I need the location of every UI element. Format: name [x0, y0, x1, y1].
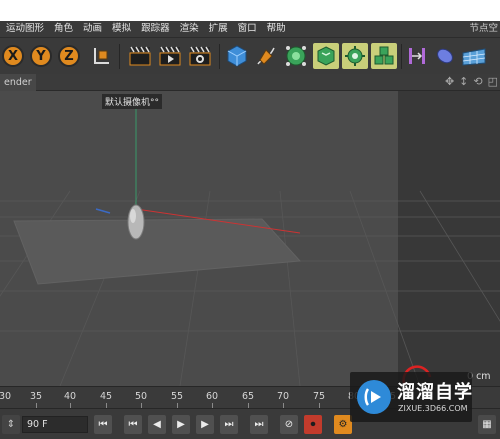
go-to-start-button[interactable]: ⏮ [94, 415, 112, 434]
timeline-tick: 45 [99, 391, 113, 402]
zoom-view-icon[interactable]: ↕ [459, 75, 468, 88]
next-key-button[interactable]: ⏭ [220, 415, 238, 434]
extrude-icon [317, 46, 335, 66]
play-logo-icon [364, 388, 381, 406]
viewport-nav-icons: ✥ ↕ ⟲ ◰ [445, 75, 498, 88]
bend-deformer-icon [409, 48, 425, 64]
record-keys-button[interactable]: ⊘ [280, 415, 298, 434]
timeline-tick: 60 [205, 391, 219, 402]
menu-bar: 运动图形 角色 动画 模拟 跟踪器 渲染 扩展 窗口 帮助 节点空 [0, 21, 500, 37]
green-cubes-icon [374, 46, 394, 65]
subdivision-icon [286, 46, 306, 66]
timeline-tick: 50 [134, 391, 148, 402]
main-toolbar: X Y Z [0, 37, 500, 74]
node-space-label[interactable]: 节点空 [469, 21, 498, 37]
menu-extensions[interactable]: 扩展 [204, 21, 233, 37]
timeline-options-button[interactable]: ▦ [478, 415, 496, 434]
title-area [0, 0, 500, 21]
timeline-tick: 35 [29, 391, 43, 402]
capsule-highlight [130, 209, 136, 223]
capsule-icon [437, 48, 453, 64]
floor-object-button[interactable] [461, 43, 487, 69]
camera-glyph: °° [150, 98, 160, 108]
move-view-icon[interactable]: ✥ [445, 75, 454, 88]
lock-x-axis-button[interactable]: X [2, 45, 24, 67]
grid-icon: ▦ [482, 419, 492, 430]
play-icon: ▶ [177, 419, 185, 430]
render-view-button[interactable] [127, 43, 153, 69]
timeline-tick: 40 [63, 391, 77, 402]
cloner-gear-icon [345, 46, 365, 66]
watermark-overlay: 溜溜自学 ZIXUE.3D66.COM [350, 372, 472, 422]
clapboard-play-icon [159, 46, 181, 66]
menu-animate[interactable]: 动画 [78, 21, 107, 37]
next-frame-icon: ▶ [201, 419, 209, 430]
mograph-cubes-button[interactable] [371, 43, 397, 69]
timeline-tick: 65 [241, 391, 255, 402]
menu-render[interactable]: 渲染 [175, 21, 204, 37]
viewport-tab[interactable]: ender [0, 74, 36, 91]
autokey-button[interactable]: ⏺ [304, 415, 322, 434]
floor-grid-icon [462, 48, 486, 66]
cloner-button[interactable] [342, 43, 368, 69]
lock-z-axis-button[interactable]: Z [58, 45, 80, 67]
toolbar-separator [401, 44, 402, 69]
menu-mograph[interactable]: 运动图形 [0, 21, 49, 37]
plane-object[interactable] [13, 218, 302, 285]
toolbar-separator [119, 44, 120, 69]
cube-object-button[interactable] [224, 43, 250, 69]
go-to-end-icon: ⏭ [254, 419, 264, 430]
previous-frame-button[interactable]: ◀ [148, 415, 166, 434]
timeline-tick: 30 [0, 391, 12, 402]
next-frame-button[interactable]: ▶ [196, 415, 214, 434]
previous-key-button[interactable]: ⏮ [124, 415, 142, 434]
subdivision-surface-button[interactable] [283, 43, 309, 69]
timeline-tick: 55 [170, 391, 184, 402]
deformer-button[interactable] [404, 43, 430, 69]
clapboard-gear-icon [189, 46, 211, 66]
pen-icon [257, 47, 275, 65]
z-axis-line [95, 208, 111, 214]
extrude-generator-button[interactable] [313, 43, 339, 69]
render-to-picture-viewer-button[interactable] [157, 43, 183, 69]
lock-y-axis-button[interactable]: Y [30, 45, 52, 67]
go-to-start-icon: ⏮ [98, 419, 108, 430]
rotate-view-icon[interactable]: ⟲ [473, 75, 482, 88]
menu-simulate[interactable]: 模拟 [107, 21, 136, 37]
menu-help[interactable]: 帮助 [262, 21, 291, 37]
end-frame-field[interactable]: 90 F [22, 416, 88, 433]
frame-stepper-icon[interactable]: ⇕ [2, 415, 20, 434]
capsule-object[interactable] [127, 204, 145, 240]
render-settings-button[interactable] [187, 43, 213, 69]
clapboard-icon [129, 46, 151, 66]
menu-character[interactable]: 角色 [49, 21, 78, 37]
watermark-title: 溜溜自学 [397, 382, 473, 403]
coordinate-system-button[interactable] [88, 43, 114, 69]
toolbar-separator [219, 44, 220, 69]
camera-label-text: 默认摄像机 [105, 98, 151, 108]
go-to-end-button[interactable]: ⏭ [250, 415, 268, 434]
no-record-icon: ⊘ [284, 419, 294, 430]
previous-frame-icon: ◀ [153, 419, 161, 430]
maximize-view-icon[interactable]: ◰ [488, 75, 498, 88]
environment-button[interactable] [432, 43, 458, 69]
next-key-icon: ⏭ [224, 419, 234, 430]
menu-tracker[interactable]: 跟踪器 [136, 21, 175, 37]
pen-spline-button[interactable] [253, 43, 279, 69]
previous-key-icon: ⏮ [128, 419, 138, 430]
timeline-tick: 70 [276, 391, 290, 402]
viewport-scene [0, 91, 500, 386]
viewport-header: ender ✥ ↕ ⟲ ◰ [0, 74, 500, 91]
camera-label[interactable]: 默认摄像机°° [102, 94, 163, 109]
key-gear-icon: ⚙ [338, 419, 348, 430]
menu-window[interactable]: 窗口 [233, 21, 262, 37]
timeline-tick: 75 [312, 391, 326, 402]
coordinate-system-icon [94, 48, 109, 64]
record-icon: ⏺ [310, 419, 316, 430]
watermark-subtitle: ZIXUE.3D66.COM [398, 404, 468, 413]
watermark-logo [357, 380, 391, 414]
3d-viewport[interactable]: 默认摄像机°° 0 cm [0, 91, 500, 386]
cube-icon [227, 45, 247, 67]
play-button[interactable]: ▶ [172, 415, 190, 434]
